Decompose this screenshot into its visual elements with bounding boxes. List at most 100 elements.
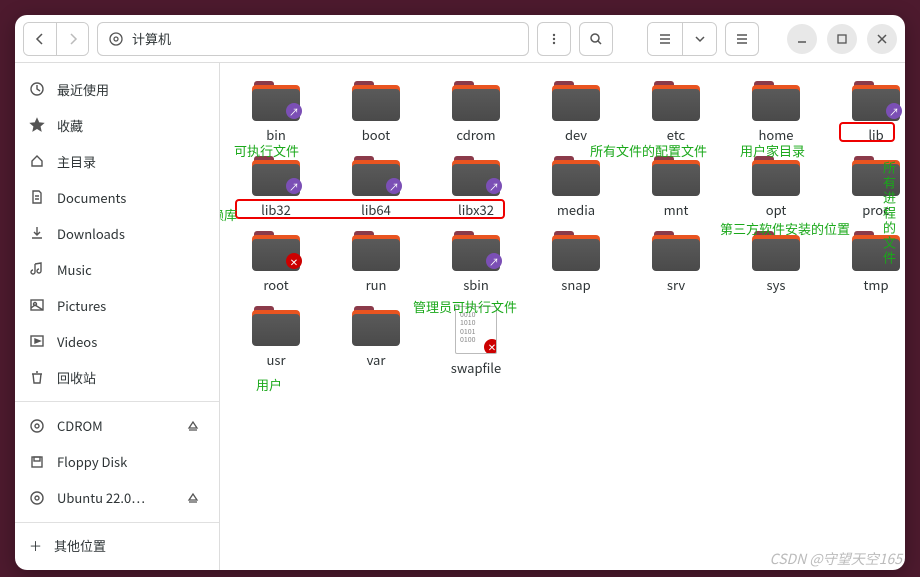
grid-item-home[interactable]: home <box>730 81 822 144</box>
item-caption: swapfile <box>451 358 501 377</box>
grid-item-mnt[interactable]: mnt <box>630 156 722 219</box>
nav-group <box>23 22 89 56</box>
grid-item-swapfile[interactable]: 0010101001010100✕ swapfile <box>430 306 522 377</box>
sidebar-label: 收藏 <box>57 116 205 135</box>
folder-icon: ↗ <box>452 156 500 196</box>
item-caption: lib <box>868 125 883 144</box>
item-caption: boot <box>362 125 390 144</box>
item-caption: opt <box>766 200 787 219</box>
disc-icon <box>29 490 45 506</box>
grid-item-boot[interactable]: boot <box>330 81 422 144</box>
maximize-button[interactable] <box>827 24 857 54</box>
grid-item-opt[interactable]: opt <box>730 156 822 219</box>
content-area[interactable]: ↗ bin boot cdrom dev etc home ↗ lib ↗ li… <box>220 63 905 570</box>
sidebar-item-doc[interactable]: Documents <box>15 179 219 215</box>
floppy-icon <box>29 454 45 470</box>
path-label: 计算机 <box>132 29 171 48</box>
item-caption: etc <box>667 125 685 144</box>
close-button[interactable] <box>867 24 897 54</box>
grid-item-media[interactable]: media <box>530 156 622 219</box>
forward-button[interactable] <box>56 23 88 55</box>
watermark: CSDN @守望天空165 <box>770 549 902 569</box>
sidebar-item-trash[interactable]: 回收站 <box>15 359 219 395</box>
minimize-button[interactable] <box>787 24 817 54</box>
hamburger-menu-button[interactable] <box>725 22 759 56</box>
sidebar-label: 其他位置 <box>54 536 205 555</box>
sidebar-volume[interactable]: CDROM <box>15 408 219 444</box>
grid-item-root[interactable]: ✕ root <box>230 231 322 294</box>
grid-item-dev[interactable]: dev <box>530 81 622 144</box>
sidebar-label: 主目录 <box>57 152 205 171</box>
grid-item-sbin[interactable]: ↗ sbin <box>430 231 522 294</box>
grid-item-lib64[interactable]: ↗ lib64 <box>330 156 422 219</box>
grid-item-proc[interactable]: proc <box>830 156 905 219</box>
sidebar-label: Documents <box>57 188 205 207</box>
item-caption: libx32 <box>458 200 494 219</box>
view-dropdown-button[interactable] <box>682 23 716 55</box>
grid-item-lib32[interactable]: ↗ lib32 <box>230 156 322 219</box>
sidebar-label: Ubuntu 22.0… <box>57 488 169 507</box>
music-icon <box>29 261 45 277</box>
folder-icon <box>252 306 300 346</box>
folder-icon <box>852 231 900 271</box>
grid-item-bin[interactable]: ↗ bin <box>230 81 322 144</box>
disc-icon <box>29 418 45 434</box>
item-caption: dev <box>565 125 587 144</box>
sidebar-item-star[interactable]: 收藏 <box>15 107 219 143</box>
folder-icon: ↗ <box>252 81 300 121</box>
chevron-down-icon <box>695 34 705 44</box>
eject-button[interactable] <box>181 414 205 438</box>
hamburger-icon <box>735 32 749 46</box>
item-caption: var <box>367 350 386 369</box>
folder-icon <box>352 306 400 346</box>
sidebar-label: 最近使用 <box>57 80 205 99</box>
sidebar-item-picture[interactable]: Pictures <box>15 287 219 323</box>
grid-item-snap[interactable]: snap <box>530 231 622 294</box>
back-button[interactable] <box>24 23 56 55</box>
sidebar-label: Music <box>57 260 205 279</box>
doc-icon <box>29 189 45 205</box>
grid-item-libx32[interactable]: ↗ libx32 <box>430 156 522 219</box>
sidebar-label: Floppy Disk <box>57 452 205 471</box>
folder-icon <box>352 231 400 271</box>
search-button[interactable] <box>579 22 613 56</box>
folder-icon <box>352 81 400 121</box>
icon-grid: ↗ bin boot cdrom dev etc home ↗ lib ↗ li… <box>230 81 895 377</box>
eject-button[interactable] <box>181 486 205 510</box>
grid-item-srv[interactable]: srv <box>630 231 722 294</box>
sidebar-other-locations[interactable]: ＋ 其他位置 <box>15 529 219 562</box>
sidebar-item-home[interactable]: 主目录 <box>15 143 219 179</box>
grid-item-run[interactable]: run <box>330 231 422 294</box>
folder-icon: ↗ <box>852 81 900 121</box>
lock-badge-icon: ✕ <box>286 253 302 269</box>
lock-badge-icon: ✕ <box>484 339 497 354</box>
sidebar-item-clock[interactable]: 最近使用 <box>15 71 219 107</box>
grid-item-cdrom[interactable]: cdrom <box>430 81 522 144</box>
trash-icon <box>29 369 45 385</box>
folder-icon <box>452 81 500 121</box>
item-caption: snap <box>561 275 590 294</box>
sidebar-label: CDROM <box>57 416 169 435</box>
item-caption: lib32 <box>261 200 291 219</box>
link-badge-icon: ↗ <box>886 103 902 119</box>
search-icon <box>589 32 603 46</box>
grid-item-sys[interactable]: sys <box>730 231 822 294</box>
eject-icon <box>187 492 199 504</box>
grid-item-usr[interactable]: usr <box>230 306 322 377</box>
sidebar-item-download[interactable]: Downloads <box>15 215 219 251</box>
sidebar-item-music[interactable]: Music <box>15 251 219 287</box>
pathbar[interactable]: 计算机 <box>97 22 529 56</box>
sidebar-volume[interactable]: Floppy Disk <box>15 444 219 480</box>
grid-item-etc[interactable]: etc <box>630 81 722 144</box>
grid-item-lib[interactable]: ↗ lib <box>830 81 905 144</box>
grid-item-tmp[interactable]: tmp <box>830 231 905 294</box>
folder-icon <box>652 81 700 121</box>
download-icon <box>29 225 45 241</box>
sidebar-volume[interactable]: Ubuntu 22.0… <box>15 480 219 516</box>
kebab-menu-button[interactable] <box>537 22 571 56</box>
grid-item-var[interactable]: var <box>330 306 422 377</box>
item-caption: media <box>557 200 595 219</box>
kebab-icon <box>547 32 561 46</box>
sidebar-item-video[interactable]: Videos <box>15 323 219 359</box>
list-view-button[interactable] <box>648 23 682 55</box>
